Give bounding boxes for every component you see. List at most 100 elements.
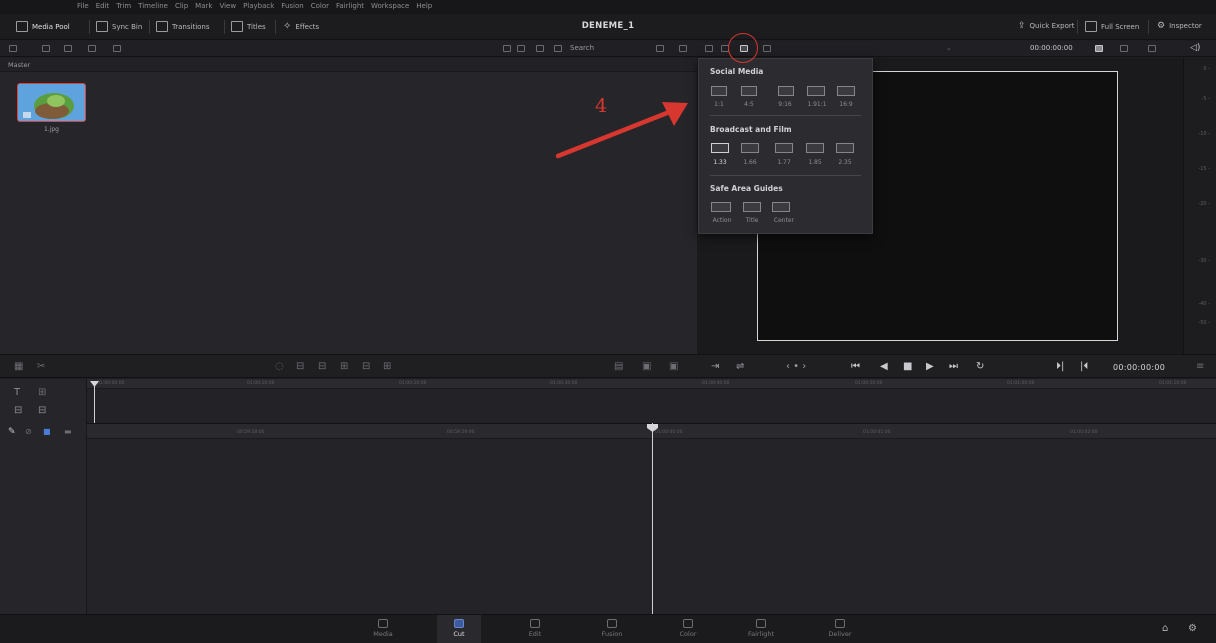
ratio-label[interactable]: 1:1 (707, 101, 731, 108)
ratio-label[interactable]: 16:9 (834, 101, 858, 108)
zoom-icon[interactable] (1120, 45, 1128, 52)
ratio-2-35-icon[interactable] (836, 143, 854, 153)
page-tab-fairlight[interactable]: Fairlight (739, 615, 783, 643)
menu-item[interactable]: Help (416, 2, 432, 10)
list-view-icon[interactable] (64, 45, 72, 52)
play-reverse-icon[interactable]: ◀ (880, 361, 888, 372)
scissors-icon[interactable]: ✂ (37, 361, 45, 372)
menu-item[interactable]: Fairlight (336, 2, 364, 10)
ratio-9-16-icon[interactable] (778, 86, 794, 96)
safe-area-icon[interactable] (705, 45, 713, 52)
ratio-label[interactable]: 1.85 (803, 159, 827, 166)
clip-tools-icon[interactable]: ▦ (14, 361, 23, 372)
wrench-icon[interactable]: ✎ (8, 427, 16, 437)
full-screen-button[interactable]: Full Screen (1085, 21, 1139, 32)
panel-toggle-icon[interactable] (9, 45, 17, 52)
list-icon[interactable] (554, 45, 562, 52)
menu-item[interactable]: Playback (243, 2, 274, 10)
loop-icon[interactable]: ↻ (976, 361, 984, 372)
ratio-1-77-icon[interactable] (775, 143, 793, 153)
home-icon[interactable]: ⌂ (1162, 623, 1168, 634)
smart-insert-icon[interactable]: ◌ (275, 361, 284, 372)
menu-item[interactable]: Mark (195, 2, 212, 10)
ratio-1-1-icon[interactable] (711, 86, 727, 96)
go-to-start-icon[interactable]: ⏮ (851, 361, 860, 372)
append-icon[interactable]: ⊟ (296, 361, 304, 372)
split-tool-icon[interactable]: ⊟ (14, 405, 22, 416)
ratio-1-66-icon[interactable] (741, 143, 759, 153)
upper-ruler[interactable]: 01:00:00:00 01:00:10:00 01:00:20:00 01:0… (87, 379, 1216, 389)
safe-area-action-icon[interactable] (711, 202, 731, 212)
menu-item[interactable]: File (77, 2, 89, 10)
place-on-top-icon[interactable]: ⊟ (362, 361, 370, 372)
play-icon[interactable]: ▶ (926, 361, 934, 372)
timeline-view-icon[interactable]: ▤ (614, 361, 623, 372)
ratio-label[interactable]: 1.33 (708, 159, 732, 166)
lock-icon[interactable]: ⊘ (25, 427, 32, 436)
ratio-1-91-1-icon[interactable] (807, 86, 825, 96)
ratio-label[interactable]: 1.66 (738, 159, 762, 166)
timeline-fit-icon[interactable]: ▣ (669, 361, 678, 372)
page-tab-color[interactable]: Color (666, 615, 710, 643)
filter-icon[interactable] (113, 45, 121, 52)
quick-export-button[interactable]: ⇪ Quick Export (1018, 21, 1074, 31)
transform-icon[interactable] (763, 45, 771, 52)
sort-icon[interactable] (656, 45, 664, 52)
jog-icon[interactable]: ‹ • › (786, 361, 806, 372)
menu-item[interactable]: Color (311, 2, 329, 10)
lower-playhead[interactable] (652, 423, 653, 614)
metadata-icon[interactable] (42, 45, 50, 52)
thumbnail-view-icon[interactable] (517, 45, 525, 52)
menu-item[interactable]: Workspace (371, 2, 409, 10)
ratio-label[interactable]: 1.77 (772, 159, 796, 166)
source-tape-icon[interactable]: ⇥ (711, 361, 719, 372)
menu-item[interactable]: Clip (175, 2, 188, 10)
page-tab-fusion[interactable]: Fusion (590, 615, 634, 643)
clip-thumbnail[interactable] (17, 83, 86, 122)
ratio-label[interactable]: 9:16 (773, 101, 797, 108)
ratio-16-9-icon[interactable] (837, 86, 855, 96)
join-tool-icon[interactable]: ⊟ (38, 405, 46, 416)
close-up-icon[interactable]: ⊞ (340, 361, 348, 372)
safe-area-label[interactable]: Center (769, 217, 799, 224)
page-tab-edit[interactable]: Edit (513, 615, 557, 643)
metadata-view-icon[interactable] (536, 45, 544, 52)
page-tab-media[interactable]: Media (361, 615, 405, 643)
settings-icon[interactable]: ⚙ (1188, 623, 1197, 634)
search-field[interactable]: Search (570, 44, 594, 52)
mark-out-icon[interactable]: |⏴ (1080, 361, 1088, 372)
flag-icon[interactable]: ▬ (64, 427, 72, 436)
trim-icon[interactable]: ⇌ (736, 361, 744, 372)
marker-icon[interactable]: ■ (43, 427, 51, 436)
safe-area-center-icon[interactable] (772, 202, 790, 212)
audio-tool-icon[interactable]: ⊞ (38, 387, 46, 398)
go-to-end-icon[interactable]: ⏭ (949, 361, 958, 372)
chevron-down-icon[interactable]: ⌄ (946, 44, 952, 52)
safe-area-label[interactable]: Action (708, 217, 736, 224)
ratio-4-5-icon[interactable] (741, 86, 757, 96)
menu-item[interactable]: View (219, 2, 236, 10)
safe-area-label[interactable]: Title (740, 217, 764, 224)
source-overwrite-icon[interactable]: ⊞ (383, 361, 391, 372)
ratio-label[interactable]: 2.35 (833, 159, 857, 166)
audio-icon[interactable] (1148, 45, 1156, 52)
ratio-1-85-icon[interactable] (806, 143, 824, 153)
safe-area-title-icon[interactable] (743, 202, 761, 212)
stop-icon[interactable]: ■ (903, 361, 912, 372)
strip-view-icon[interactable] (503, 45, 511, 52)
mark-in-icon[interactable]: ⏵| (1056, 361, 1064, 372)
color-picker-icon[interactable] (1095, 45, 1103, 52)
page-tab-cut[interactable]: Cut (437, 615, 481, 643)
ratio-label[interactable]: 1.91:1 (805, 101, 829, 108)
sync-icon[interactable] (88, 45, 96, 52)
menu-item[interactable]: Edit (96, 2, 110, 10)
inspector-button[interactable]: ⚙ Inspector (1157, 21, 1202, 31)
timeline-zoom-icon[interactable]: ▣ (642, 361, 651, 372)
text-tool-icon[interactable]: T (14, 387, 20, 398)
menu-icon[interactable]: ≡ (1196, 361, 1204, 372)
page-tab-deliver[interactable]: Deliver (818, 615, 862, 643)
ratio-1-33-icon[interactable] (711, 143, 729, 153)
source-icon[interactable] (679, 45, 687, 52)
menu-item[interactable]: Trim (116, 2, 131, 10)
upper-playhead[interactable] (94, 383, 95, 423)
